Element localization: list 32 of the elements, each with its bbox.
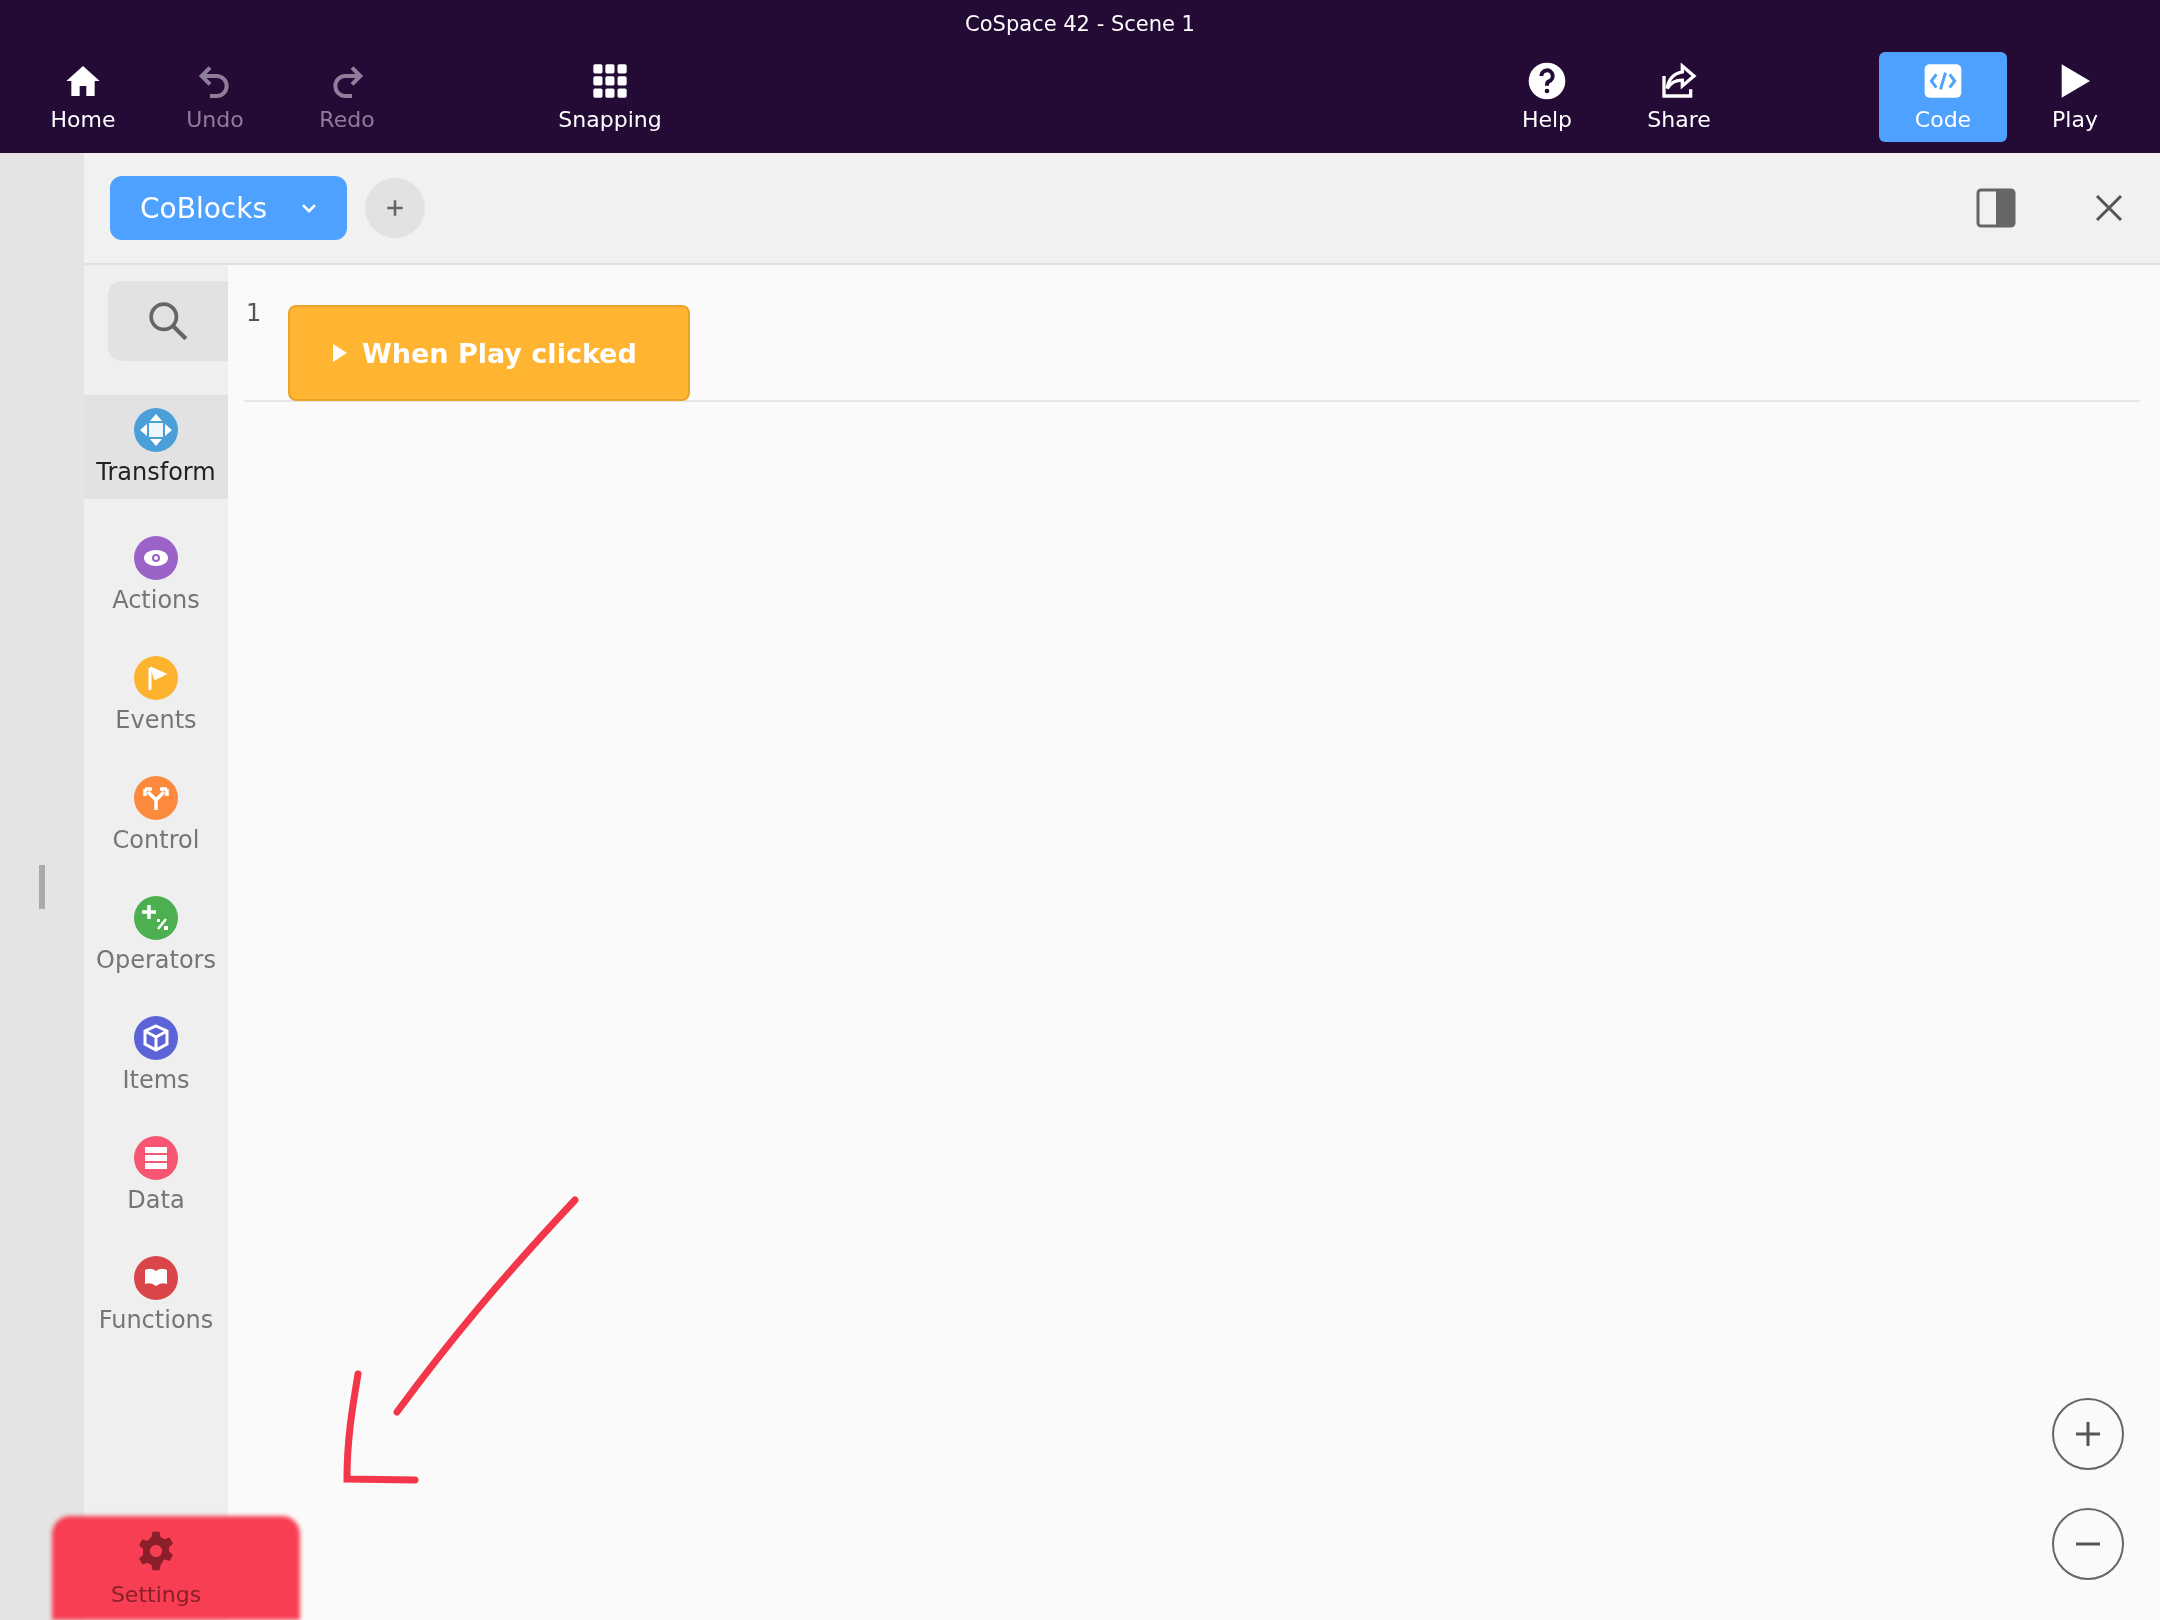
plus-icon <box>384 197 406 219</box>
category-tab[interactable]: Actions <box>84 515 228 635</box>
code-icon <box>1923 61 1963 101</box>
snapping-button[interactable]: Snapping <box>544 51 676 142</box>
drag-handle[interactable] <box>39 864 45 909</box>
minus-icon <box>2073 1542 2103 1546</box>
category-tab[interactable]: Functions <box>84 1235 228 1355</box>
help-icon <box>1527 61 1567 101</box>
play-button[interactable]: Play <box>2009 51 2141 142</box>
language-dropdown[interactable]: CoBlocks <box>110 176 347 240</box>
share-icon <box>1659 61 1699 101</box>
window-title: CoSpace 42 - Scene 1 <box>964 11 1196 38</box>
search-button[interactable] <box>108 281 228 361</box>
category-tab[interactable]: Events <box>84 635 228 755</box>
category-tab[interactable]: Data <box>84 1115 228 1235</box>
code-button[interactable]: Code <box>1879 51 2007 142</box>
grid-icon <box>590 61 630 101</box>
settings-button[interactable]: Settings <box>84 1520 228 1616</box>
home-button[interactable]: Home <box>17 51 149 142</box>
chevron-down-icon <box>301 202 317 214</box>
category-tab[interactable]: Items <box>84 995 228 1115</box>
plus-icon <box>2073 1419 2103 1449</box>
search-icon <box>147 300 189 342</box>
play-triangle-icon <box>332 343 348 363</box>
close-icon <box>2094 193 2124 223</box>
share-button[interactable]: Share <box>1613 51 1745 142</box>
line-number: 1 <box>245 299 263 327</box>
category-tab[interactable]: Operators <box>84 875 228 995</box>
help-button[interactable]: Help <box>1481 51 1613 142</box>
split-panel-icon <box>1976 188 2016 228</box>
category-tab[interactable]: Control <box>84 755 228 875</box>
category-tab[interactable]: Transform <box>84 395 228 499</box>
